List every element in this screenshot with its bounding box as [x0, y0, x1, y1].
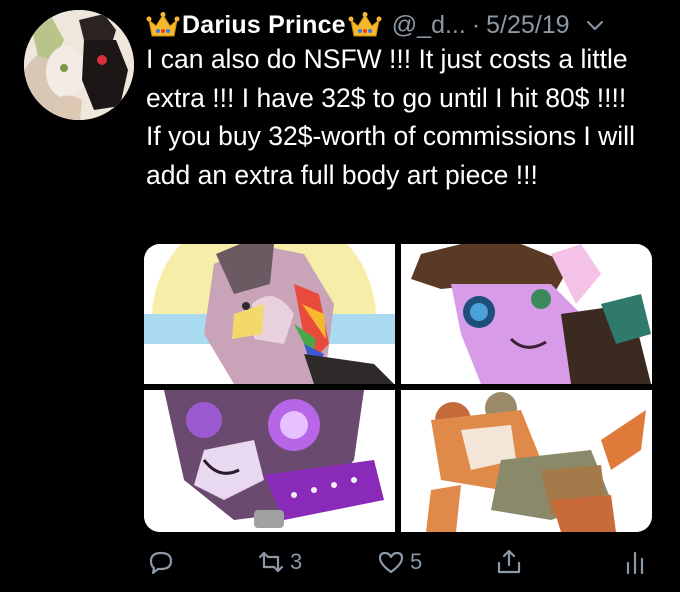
tweet-header: Darius Prince @_d... · 5/25/19: [146, 8, 660, 42]
artwork-image: [144, 244, 395, 384]
like-button[interactable]: 5: [376, 542, 422, 582]
analytics-button[interactable]: [620, 542, 654, 582]
tweet-actions: 3 5: [140, 542, 660, 582]
crown-emoji-icon: [146, 12, 180, 37]
artwork-image: [144, 390, 395, 532]
tweet-date[interactable]: 5/25/19: [486, 11, 569, 40]
reply-button[interactable]: [146, 542, 180, 582]
media-grid[interactable]: [144, 244, 652, 532]
like-count: 5: [410, 549, 423, 574]
heart-icon: [378, 551, 404, 574]
chevron-down-icon[interactable]: [584, 14, 606, 36]
media-image-1[interactable]: [144, 244, 395, 384]
media-image-4[interactable]: [401, 390, 652, 532]
tweet-text: I can also do NSFW !!! It just costs a l…: [146, 44, 635, 190]
share-icon: [497, 549, 521, 574]
media-image-3[interactable]: [144, 390, 395, 532]
artwork-image: [401, 390, 652, 532]
avatar[interactable]: [24, 10, 134, 120]
display-name[interactable]: Darius Prince: [182, 11, 346, 40]
user-handle[interactable]: @_d...: [392, 11, 466, 40]
analytics-icon: [626, 551, 644, 575]
retweet-button[interactable]: 3: [256, 542, 302, 582]
artwork-image: [401, 244, 652, 384]
share-button[interactable]: [494, 542, 528, 582]
media-image-2[interactable]: [401, 244, 652, 384]
retweet-icon: [258, 551, 284, 573]
retweet-count: 3: [290, 549, 303, 574]
separator: ·: [471, 10, 481, 39]
avatar-image: [24, 10, 134, 120]
reply-icon: [149, 551, 173, 575]
crown-emoji-icon: [348, 12, 382, 37]
